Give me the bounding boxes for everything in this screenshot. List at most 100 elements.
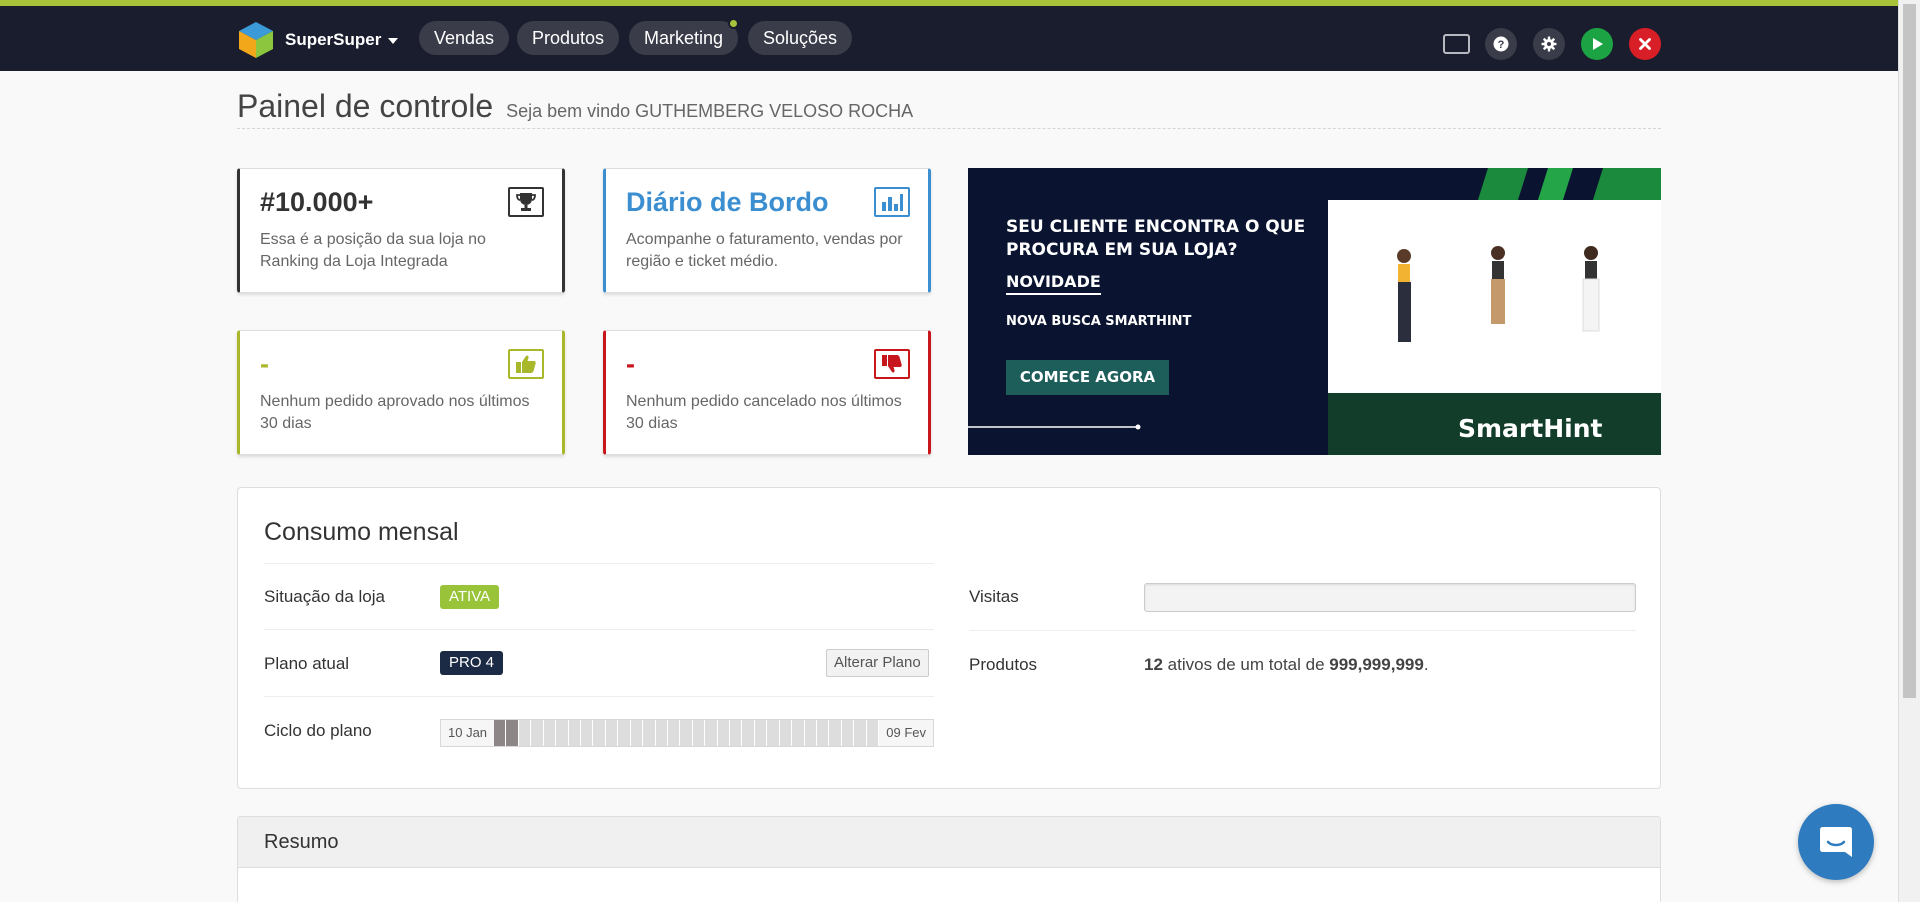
vertical-scrollbar[interactable] [1898, 0, 1920, 902]
chat-button[interactable] [1798, 804, 1874, 880]
cycle-start-date: 10 Jan [441, 720, 495, 746]
resumo-title: Resumo [264, 831, 339, 853]
row-divider [264, 563, 934, 564]
diario-title: Diário de Bordo [626, 187, 829, 217]
row-divider [264, 629, 934, 630]
thumbs-up-icon [508, 349, 544, 379]
nav-marketing[interactable]: Marketing [629, 18, 740, 55]
nav-produtos[interactable]: Produtos [517, 21, 620, 55]
status-badge: ATIVA [440, 585, 500, 609]
svg-text:?: ? [1498, 39, 1505, 51]
screen-icon[interactable] [1443, 34, 1470, 54]
visitas-label: Visitas [969, 587, 1019, 606]
help-icon: ? [1493, 36, 1509, 52]
cycle-day-segment [506, 720, 519, 746]
thumbs-down-icon [874, 349, 910, 379]
store-name: SuperSuper [285, 30, 382, 49]
chat-icon [1820, 827, 1852, 857]
bar-chart-icon [874, 187, 910, 217]
caret-down-icon [388, 38, 399, 44]
cycle-day-segment [630, 720, 644, 746]
banner-tag: NOVIDADE [1006, 272, 1101, 295]
plan-badge: PRO 4 [440, 651, 504, 675]
cycle-end-date: 09 Fev [879, 720, 933, 746]
cycle-day-segment [556, 720, 569, 746]
approved-orders-card[interactable]: - Nenhum pedido aprovado nos últimos 30 … [237, 330, 565, 455]
title-divider [237, 128, 1661, 129]
play-button[interactable] [1581, 28, 1613, 60]
ranking-card[interactable]: #10.000+ Essa é a posição da sua loja no… [237, 168, 565, 293]
plan-cycle-bar: 10 Jan 09 Fev [440, 719, 934, 747]
cycle-day-segment [817, 720, 830, 746]
cycle-day-segment [829, 720, 842, 746]
banner-brand: SmartHint [1458, 414, 1603, 443]
ranking-text: Essa é a posição da sua loja no Ranking … [260, 231, 486, 270]
cancelled-orders-card[interactable]: - Nenhum pedido cancelado nos últimos 30… [603, 330, 931, 455]
produtos-label: Produtos [969, 655, 1038, 674]
consumo-panel: Consumo mensal Situação da loja ATIVA Pl… [237, 487, 1661, 789]
page-title-main: Painel de controle [237, 88, 494, 124]
close-button[interactable] [1629, 28, 1661, 60]
approved-orders-value: - [260, 349, 269, 379]
cycle-day-segment [518, 720, 532, 746]
scrollbar-thumb[interactable] [1903, 4, 1916, 698]
trophy-icon [508, 187, 544, 217]
cycle-day-segment [543, 720, 557, 746]
cycle-day-segment [792, 720, 805, 746]
cancelled-orders-value: - [626, 349, 635, 379]
change-plan-button[interactable]: Alterar Plano [826, 649, 929, 677]
cycle-day-segment [581, 720, 594, 746]
page-title: Painel de controle Seja bem vindo GUTHEM… [237, 88, 913, 125]
cycle-day-segment [717, 720, 731, 746]
banner-headline-line1: SEU CLIENTE ENCONTRA O QUE [1006, 217, 1306, 237]
notification-dot [728, 18, 740, 29]
store-selector[interactable]: SuperSuper [238, 21, 399, 59]
plano-label: Plano atual [264, 654, 350, 673]
row-divider [969, 630, 1636, 631]
ciclo-label: Ciclo do plano [264, 721, 372, 740]
approved-orders-text: Nenhum pedido aprovado nos últimos 30 di… [260, 393, 530, 432]
cycle-day-segment [680, 720, 693, 746]
welcome-text: Seja bem vindo GUTHEMBERG VELOSO ROCHA [506, 101, 914, 121]
cycle-day-segment [779, 720, 793, 746]
cycle-day-segment [692, 720, 706, 746]
products-mid-text: ativos de um total de [1167, 655, 1325, 674]
cycle-day-segment [804, 720, 818, 746]
active-products-count: 12 [1144, 655, 1163, 674]
cycle-day-segment [618, 720, 631, 746]
banner-subline: NOVA BUSCA SMARTHINT [1006, 314, 1192, 329]
top-navbar: SuperSuper Vendas Produtos Marketing Sol… [0, 0, 1898, 71]
cube-logo-icon [239, 22, 273, 58]
cycle-day-segment [494, 720, 507, 746]
cycle-day-segment [866, 720, 880, 746]
cycle-day-segment [854, 720, 867, 746]
situacao-label: Situação da loja [264, 587, 385, 606]
cycle-day-segment [667, 720, 681, 746]
products-summary: 12 ativos de um total de 999,999,999. [1144, 655, 1429, 675]
cycle-day-segment [643, 720, 656, 746]
cycle-day-segment [841, 720, 855, 746]
close-icon [1639, 38, 1651, 50]
consumo-title: Consumo mensal [264, 518, 459, 546]
cycle-day-segment [754, 720, 768, 746]
nav-solucoes[interactable]: Soluções [748, 21, 853, 55]
cycle-day-segment [767, 720, 780, 746]
resumo-panel: Resumo [237, 816, 1661, 902]
play-icon [1593, 38, 1603, 50]
cycle-day-segment [593, 720, 606, 746]
diario-card[interactable]: Diário de Bordo Acompanhe o faturamento,… [603, 168, 931, 293]
ranking-title: #10.000+ [260, 187, 374, 217]
total-products-limit: 999,999,999 [1329, 655, 1424, 674]
products-end: . [1423, 655, 1429, 674]
smarthint-banner[interactable]: SEU CLIENTE ENCONTRA O QUE PROCURA EM SU… [968, 168, 1661, 455]
cycle-day-segment [568, 720, 581, 746]
cycle-day-segment [705, 720, 718, 746]
visits-progress-bar [1144, 583, 1636, 612]
banner-cta-button[interactable]: COMECE AGORA [1006, 360, 1169, 395]
settings-button[interactable] [1533, 28, 1565, 60]
diario-text: Acompanhe o faturamento, vendas por regi… [626, 231, 903, 270]
cycle-day-segment [605, 720, 619, 746]
nav-vendas[interactable]: Vendas [419, 21, 510, 55]
banner-headline: SEU CLIENTE ENCONTRA O QUE PROCURA EM SU… [1006, 216, 1305, 262]
help-button[interactable]: ? [1485, 28, 1517, 60]
